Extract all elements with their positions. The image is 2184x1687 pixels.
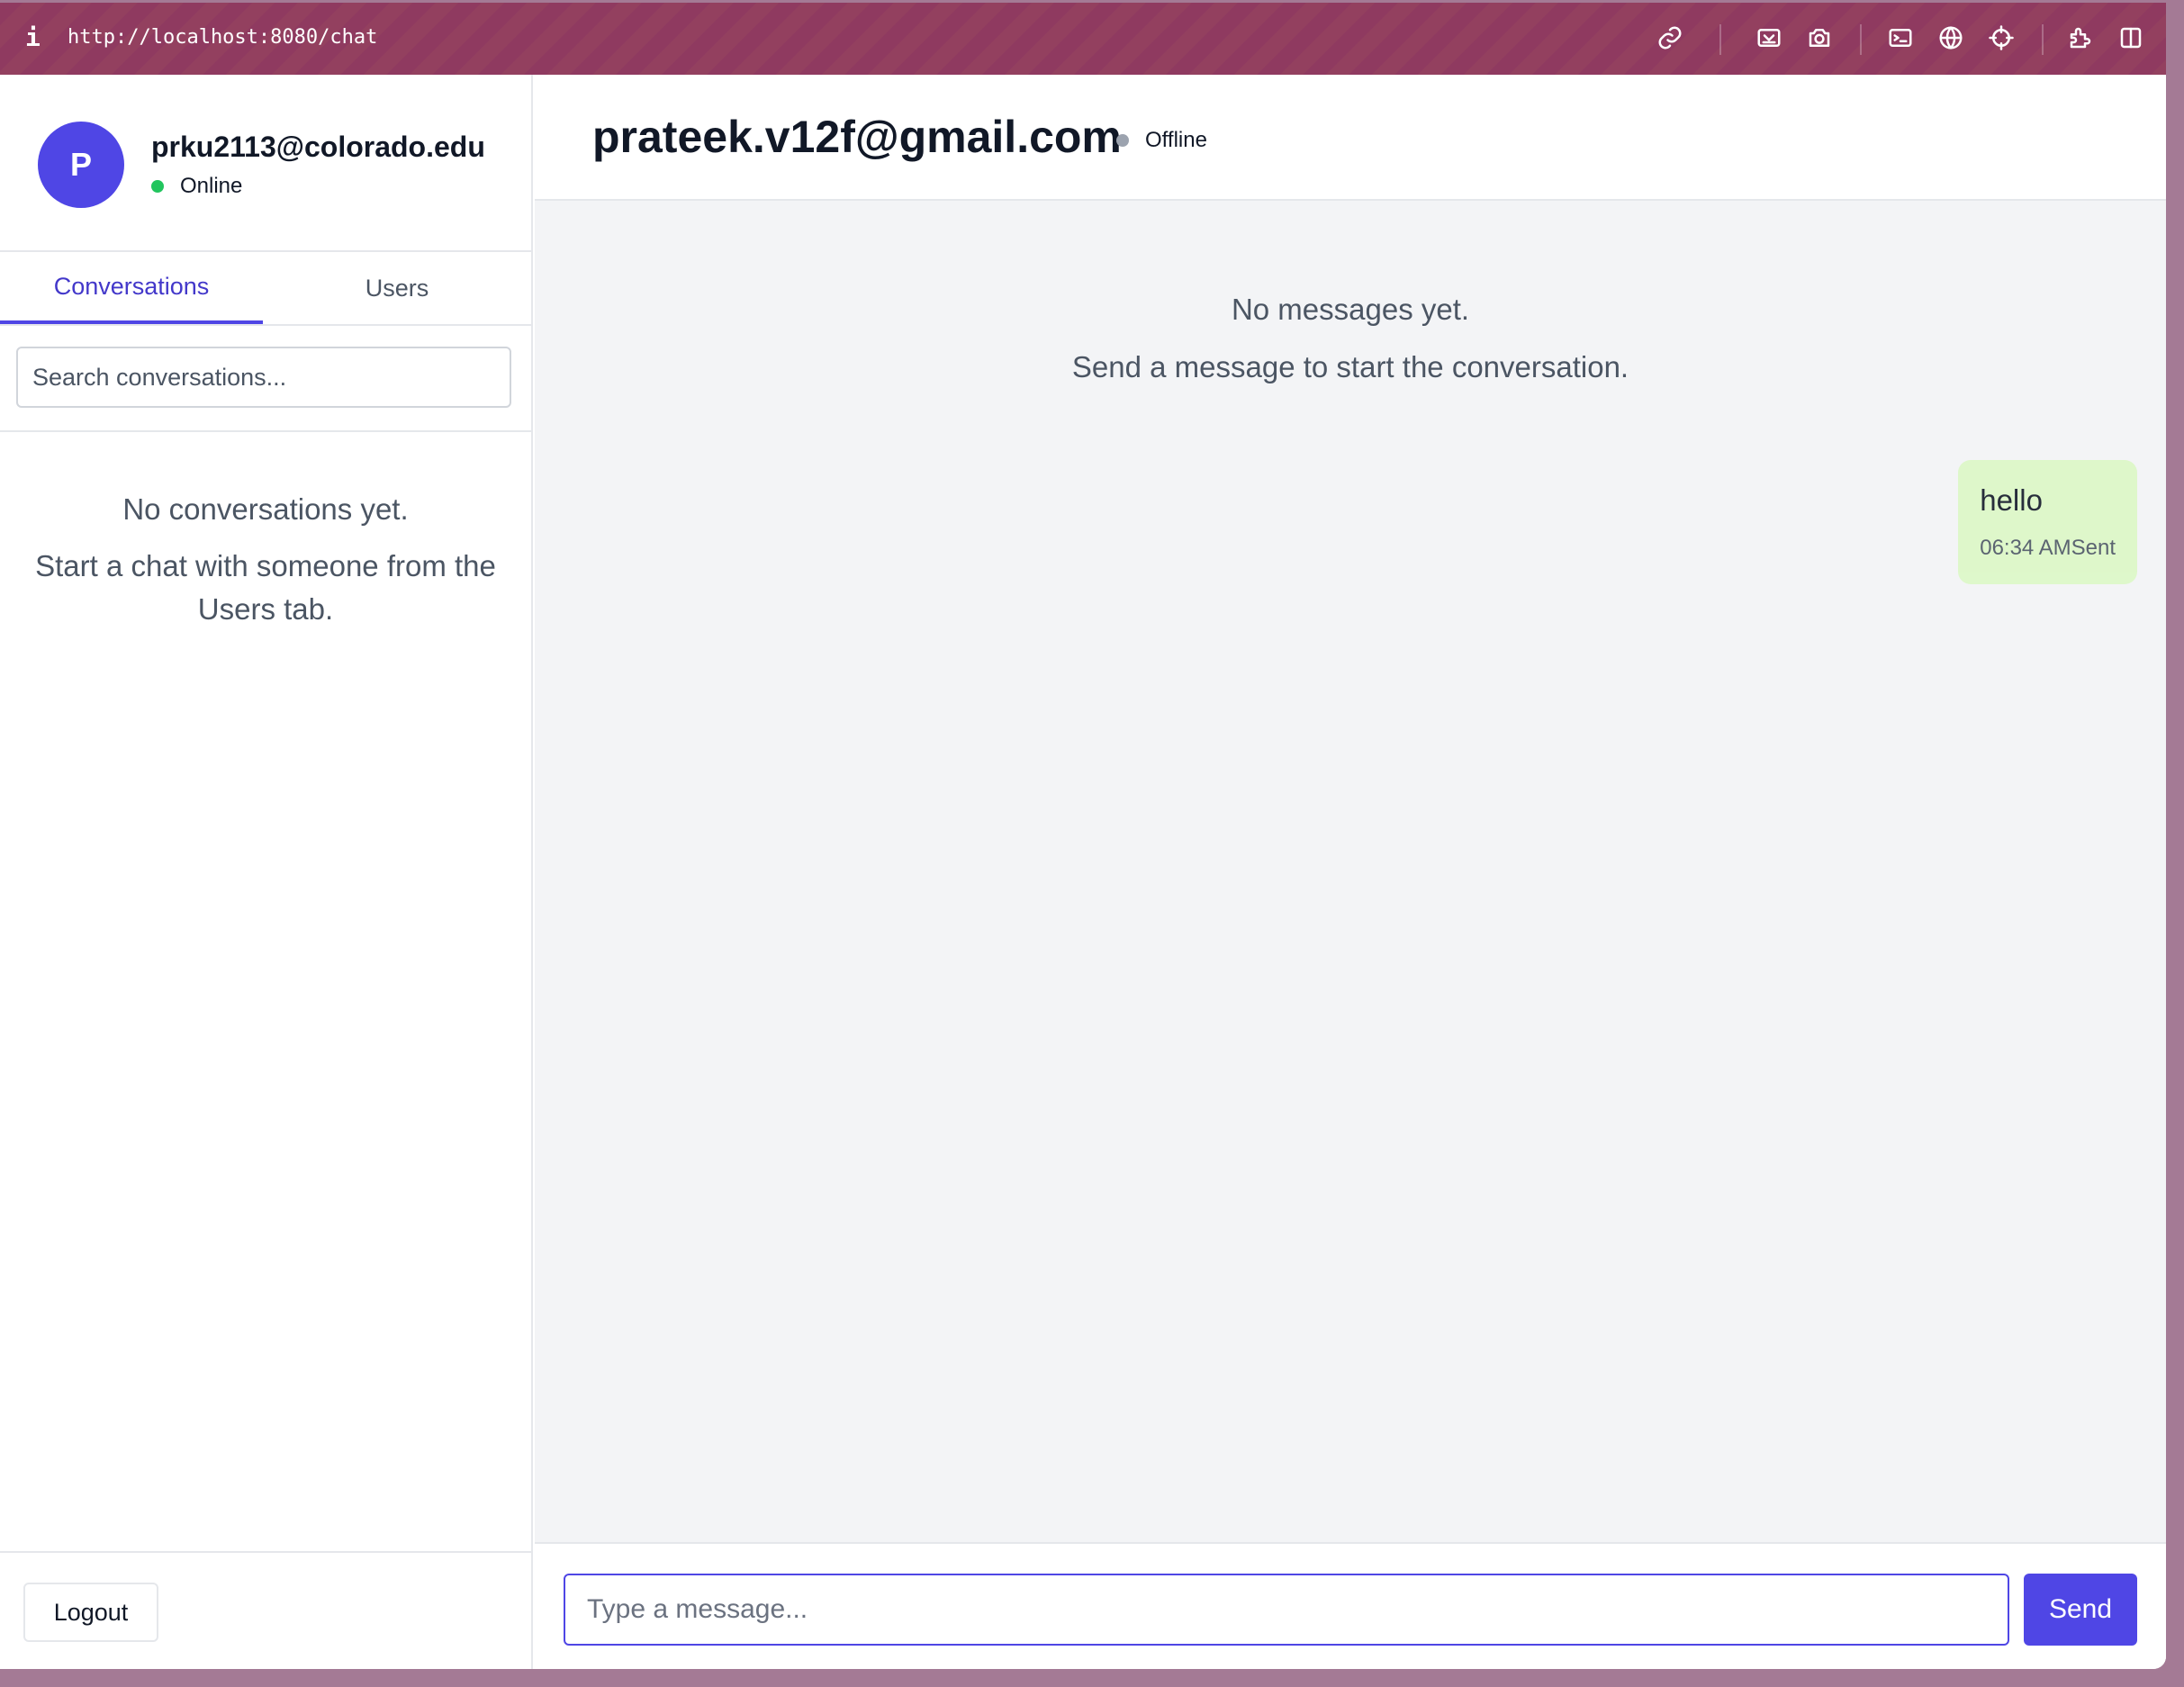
message-input[interactable]: [564, 1574, 2009, 1646]
address-bar-url[interactable]: http://localhost:8080/chat: [68, 26, 377, 49]
globe-icon[interactable]: [1936, 23, 1966, 53]
peer-status: Offline: [1116, 128, 1207, 153]
tab-users[interactable]: Users: [263, 252, 531, 324]
search-conversations-input[interactable]: [16, 347, 511, 408]
message-time: 06:34 AM: [1980, 536, 2071, 560]
send-button[interactable]: Send: [2024, 1574, 2137, 1646]
message-status: Sent: [2071, 536, 2116, 560]
toolbar-separator: [2042, 24, 2044, 55]
info-icon[interactable]: i: [25, 23, 41, 52]
empty-messages-notice: No messages yet. Send a message to start…: [535, 289, 2166, 388]
online-status-dot: [151, 180, 164, 193]
offline-status-dot: [1116, 134, 1129, 147]
toolbar-separator: [1719, 24, 1721, 55]
message-bubble: hello 06:34 AM Sent: [1958, 460, 2137, 584]
screencast-icon[interactable]: [1754, 23, 1784, 53]
message-meta: 06:34 AM Sent: [1980, 536, 2116, 561]
logout-button[interactable]: Logout: [23, 1583, 158, 1642]
divider: [0, 430, 531, 432]
chat-peer-email: prateek.v12f@gmail.com: [592, 112, 1122, 162]
browser-toolbar: i http://localhost:8080/chat: [0, 3, 2166, 75]
empty-hint: Start a chat with someone from the Users…: [35, 549, 496, 626]
current-user-email: prku2113@colorado.edu: [151, 131, 485, 163]
extensions-icon[interactable]: [2065, 23, 2096, 53]
empty-title: No conversations yet.: [122, 492, 409, 526]
sidebar: P prku2113@colorado.edu Online Conversat…: [0, 75, 533, 1669]
peer-status-label: Offline: [1145, 128, 1207, 152]
empty-messages-hint: Send a message to start the conversation…: [1071, 350, 1629, 383]
chat-header: prateek.v12f@gmail.com Offline: [535, 75, 2166, 201]
browser-window: i http://localhost:8080/chat P prku2113@…: [0, 3, 2166, 1669]
split-view-icon[interactable]: [2116, 23, 2146, 53]
crosshair-icon[interactable]: [1986, 23, 2017, 53]
toolbar-separator: [1860, 24, 1862, 55]
message-composer: Send: [535, 1542, 2166, 1669]
avatar: P: [38, 122, 124, 208]
divider: [0, 1551, 531, 1553]
tab-conversations[interactable]: Conversations: [0, 252, 263, 324]
current-user-status: Online: [151, 174, 242, 199]
camera-icon[interactable]: [1804, 23, 1835, 53]
message-text: hello: [1980, 483, 2043, 517]
divider: [0, 324, 531, 326]
terminal-icon[interactable]: [1885, 23, 1916, 53]
status-label: Online: [180, 174, 243, 198]
link-icon[interactable]: [1655, 23, 1685, 53]
chat-panel: prateek.v12f@gmail.com Offline No messag…: [535, 75, 2166, 1669]
sidebar-tabs: Conversations Users: [0, 252, 531, 324]
empty-conversations-message: No conversations yet. Start a chat with …: [18, 489, 513, 631]
empty-messages-title: No messages yet.: [1231, 293, 1470, 326]
